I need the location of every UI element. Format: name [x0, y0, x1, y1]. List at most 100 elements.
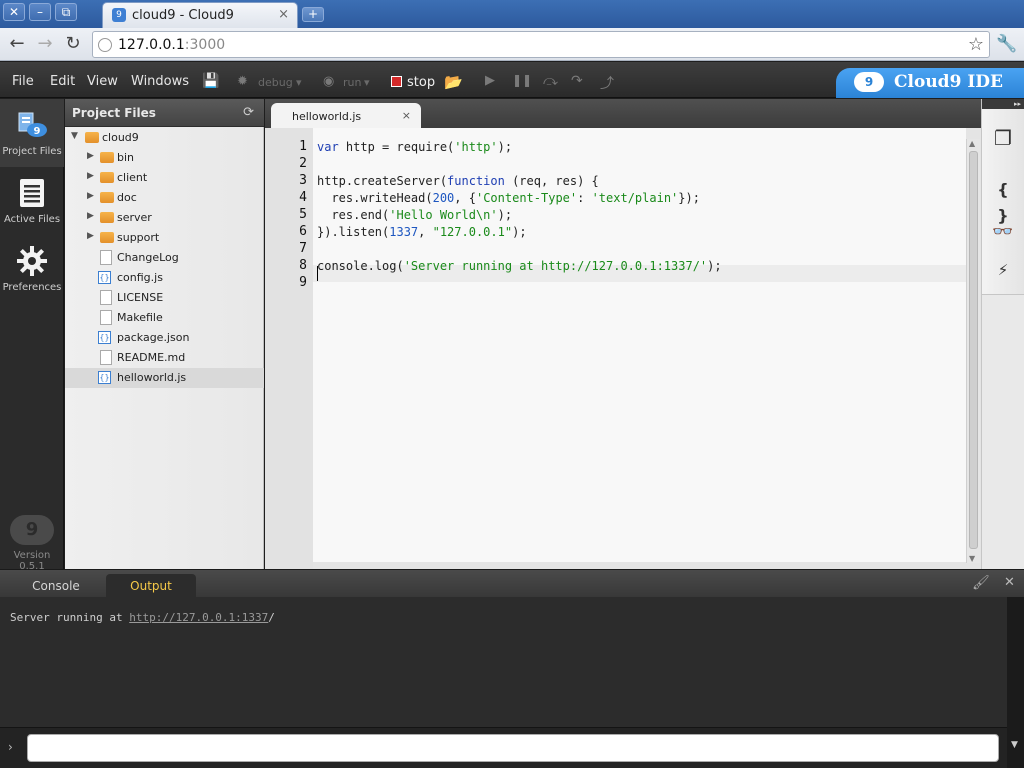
tree-folder-support[interactable]: ▶ support [65, 228, 264, 248]
line-number-gutter: 1 2 3 4 5 6 7 8 9 [265, 128, 313, 569]
tree-folder-server[interactable]: ▶ server [65, 208, 264, 228]
tree-file-helloworld-js[interactable]: {} helloworld.js [65, 368, 264, 388]
save-icon[interactable]: 💾 [202, 73, 219, 89]
tree-file-config-js[interactable]: {} config.js [65, 268, 264, 288]
collapse-arrow-icon[interactable]: ▶ [87, 191, 94, 201]
console-tab-bar: Console Output 🖌 ✕ [0, 569, 1024, 598]
collapse-arrow-icon[interactable]: ▶ [87, 231, 94, 241]
menu-edit[interactable]: Edit [50, 74, 75, 89]
back-button[interactable]: ← [5, 32, 29, 56]
dock-project-files[interactable]: 9 Project Files [0, 99, 64, 167]
collapse-arrow-icon[interactable]: ▶ [87, 211, 94, 221]
url-host: 127.0.0.1 [118, 37, 185, 53]
tree-file-readme[interactable]: README.md [65, 348, 264, 368]
browser-tab[interactable]: 9 cloud9 - Cloud9 × [102, 2, 298, 28]
address-url[interactable]: 127.0.0.1:3000 [118, 37, 225, 53]
run-button[interactable]: run [343, 76, 361, 89]
output-link[interactable]: http://127.0.0.1:1337 [129, 611, 268, 624]
gear-icon [17, 246, 47, 276]
console-scroll-down-icon[interactable]: ▼ [1011, 740, 1018, 750]
tab-close-icon[interactable]: × [278, 7, 289, 22]
run-caret-icon[interactable]: ▾ [364, 76, 370, 89]
tab-output[interactable]: Output [106, 574, 196, 598]
left-dock: 9 Project Files Active Files Preferences… [0, 99, 64, 572]
window-maximize-button[interactable]: ⧉ [55, 3, 77, 21]
dock-active-files[interactable]: Active Files [0, 167, 64, 235]
deploy-icon[interactable]: ⚡ [990, 257, 1016, 283]
resume-icon[interactable]: ▶ [485, 73, 495, 88]
line-number: 2 [299, 156, 307, 171]
stop-button[interactable]: stop [407, 75, 435, 90]
tree-file-license[interactable]: LICENSE [65, 288, 264, 308]
bookmark-star-icon[interactable]: ☆ [968, 34, 984, 55]
scrollbar-thumb[interactable] [969, 151, 978, 549]
tree-file-package-json[interactable]: {} package.json [65, 328, 264, 348]
address-bar[interactable]: 127.0.0.1:3000 ☆ [92, 31, 990, 58]
output-suffix: / [268, 611, 275, 624]
debug-caret-icon[interactable]: ▾ [296, 76, 302, 89]
editor-tab-close-icon[interactable]: × [402, 109, 411, 122]
window-close-button[interactable]: ✕ [3, 3, 25, 21]
window-minimize-button[interactable]: – [29, 3, 51, 21]
tree-folder-bin[interactable]: ▶ bin [65, 148, 264, 168]
folder-icon [85, 132, 99, 143]
console-close-icon[interactable]: ✕ [1004, 575, 1015, 590]
reload-button[interactable]: ↻ [61, 32, 85, 56]
menu-windows[interactable]: Windows [131, 74, 189, 89]
step-over-icon[interactable]: ⤼ [543, 73, 558, 89]
forward-button[interactable]: → [33, 32, 57, 56]
menu-view[interactable]: View [87, 74, 118, 89]
line-number: 1 [299, 139, 307, 154]
debug-button[interactable]: debug [258, 76, 293, 89]
open-folder-icon[interactable]: 📂 [444, 73, 463, 91]
console-scrollbar[interactable]: ▼ [1007, 597, 1024, 768]
tree-folder-doc[interactable]: ▶ doc [65, 188, 264, 208]
editor-scrollbar[interactable]: ▲ ▼ [966, 139, 980, 563]
code-editor[interactable]: var http = require('http'); http.createS… [313, 128, 966, 562]
tree-folder-client[interactable]: ▶ client [65, 168, 264, 188]
svg-text:9: 9 [34, 126, 41, 137]
tree-item-label: support [117, 231, 160, 244]
project-files-header: Project Files ⟳ [65, 99, 264, 127]
step-out-icon[interactable]: ⤴ [600, 73, 614, 93]
text-file-icon [100, 350, 112, 365]
refresh-icon[interactable]: ⟳ [243, 105, 254, 120]
tree-item-label: LICENSE [117, 291, 164, 304]
dock-preferences-label: Preferences [2, 282, 62, 293]
url-port: :3000 [184, 37, 226, 53]
command-input[interactable] [27, 734, 999, 762]
windows-icon[interactable]: ❐ [990, 125, 1016, 151]
tree-root-cloud9[interactable]: ▼ cloud9 [65, 128, 264, 148]
cloud9-favicon-icon: 9 [112, 8, 126, 22]
tree-item-label: doc [117, 191, 137, 204]
line-number: 4 [299, 190, 307, 205]
code-line: res.end('Hello World\n'); [317, 208, 513, 222]
zen-mode-icon[interactable]: 👓 [990, 219, 1016, 245]
new-tab-button[interactable]: + [302, 7, 324, 22]
scroll-up-icon[interactable]: ▲ [969, 139, 975, 148]
browser-toolbar: ← → ↻ 127.0.0.1:3000 ☆ 🔧 [0, 28, 1024, 61]
expand-arrow-icon[interactable]: ▼ [71, 131, 78, 141]
step-into-icon[interactable]: ↷ [571, 73, 583, 89]
line-number: 8 [299, 258, 307, 273]
command-prompt-icon: › [8, 740, 13, 754]
tab-console[interactable]: Console [12, 574, 100, 598]
tree-file-changelog[interactable]: ChangeLog [65, 248, 264, 268]
right-dock-collapse-icon[interactable]: ▸▸ [982, 99, 1024, 109]
console-output: Server running at http://127.0.0.1:1337/ [0, 597, 1007, 727]
wrench-menu-icon[interactable]: 🔧 [996, 32, 1018, 56]
title-bar: ✕ – ⧉ 9 cloud9 - Cloud9 × + [0, 0, 1024, 28]
outline-icon[interactable]: { } [990, 177, 1016, 225]
line-number: 5 [299, 207, 307, 222]
dock-preferences[interactable]: Preferences [0, 235, 64, 303]
collapse-arrow-icon[interactable]: ▶ [87, 171, 94, 181]
pause-icon[interactable]: ❚❚ [512, 73, 532, 87]
scroll-down-icon[interactable]: ▼ [969, 554, 975, 563]
menu-file[interactable]: File [12, 74, 34, 89]
line-number: 9 [299, 275, 307, 290]
collapse-arrow-icon[interactable]: ▶ [87, 151, 94, 161]
tree-file-makefile[interactable]: Makefile [65, 308, 264, 328]
editor-tab-helloworld-js[interactable]: helloworld.js × [271, 103, 421, 129]
cloud9-version-logo-icon: 9 [10, 515, 54, 545]
clear-console-icon[interactable]: 🖌 [972, 575, 990, 591]
